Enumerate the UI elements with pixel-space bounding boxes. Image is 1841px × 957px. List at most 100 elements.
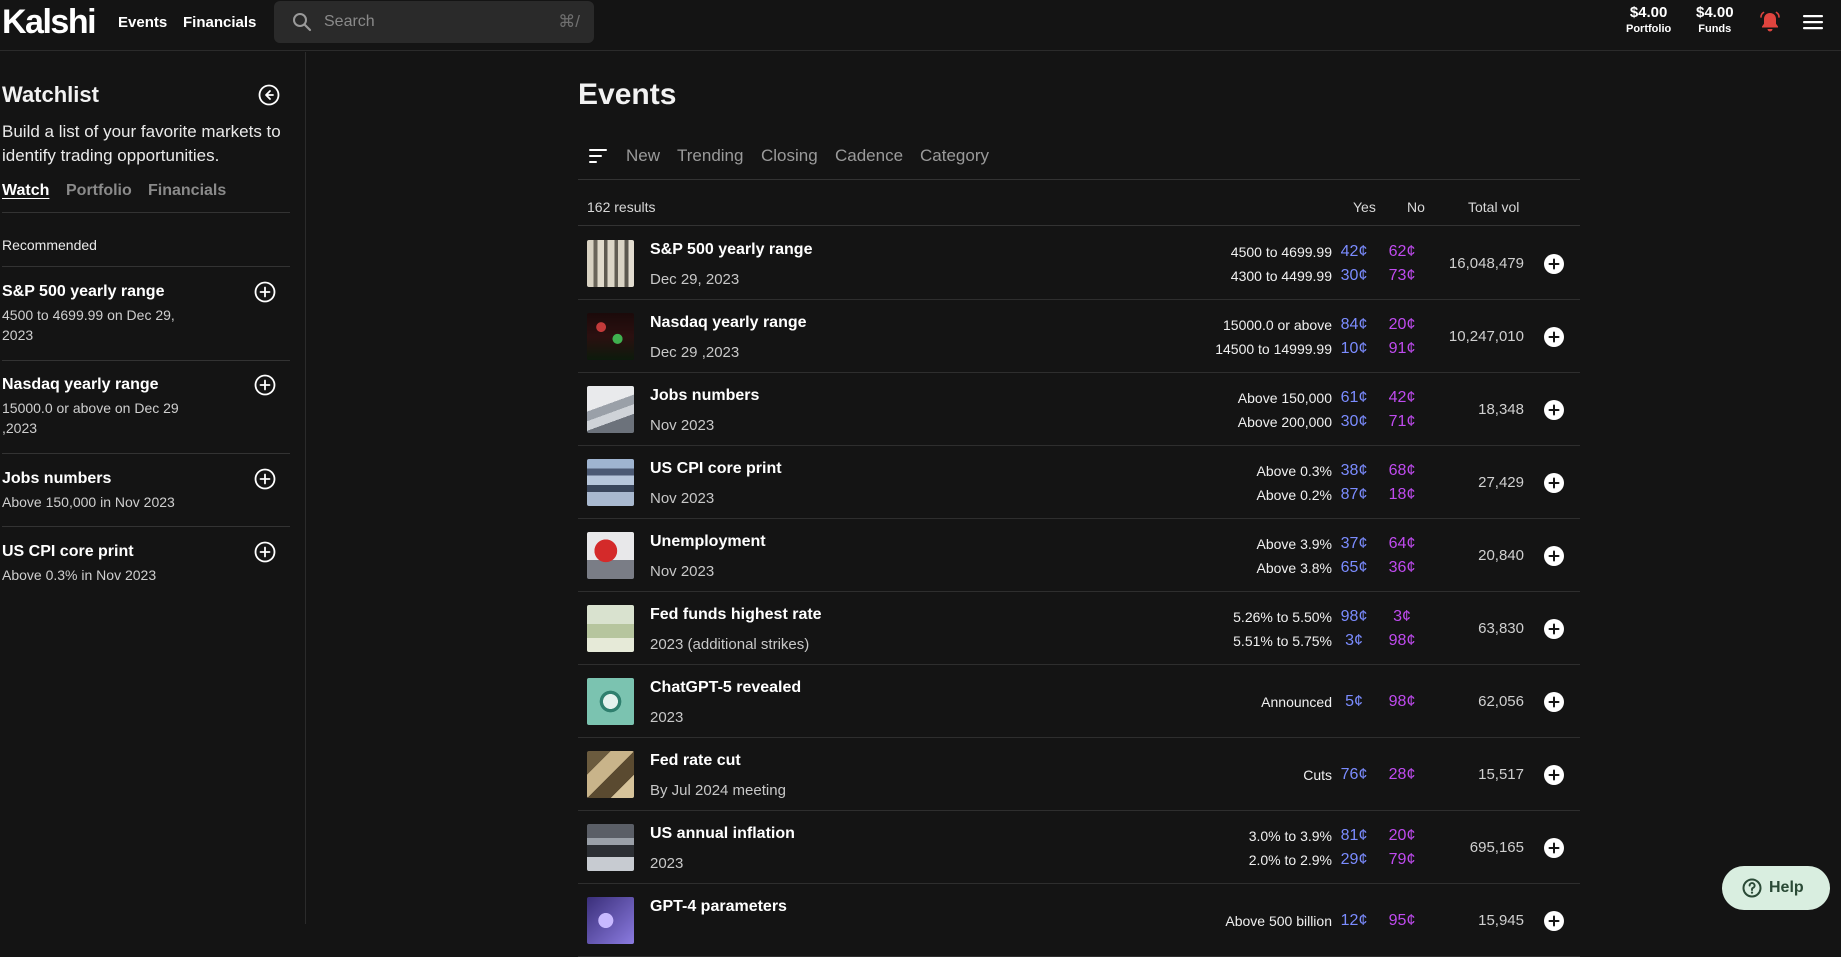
add-circle-icon[interactable] xyxy=(1543,691,1565,713)
tab-watch[interactable]: Watch xyxy=(2,182,49,200)
no-price[interactable]: 91¢ xyxy=(1382,340,1422,358)
yes-price[interactable]: 12¢ xyxy=(1334,912,1374,930)
event-name[interactable]: US annual inflation xyxy=(650,825,795,843)
add-circle-icon[interactable] xyxy=(254,468,276,490)
no-price[interactable]: 62¢ xyxy=(1382,243,1422,261)
filter-trending[interactable]: Trending xyxy=(677,146,743,166)
funds-balance[interactable]: $4.00 Funds xyxy=(1696,4,1734,35)
no-price[interactable]: 98¢ xyxy=(1382,693,1422,711)
filter-new[interactable]: New xyxy=(626,146,660,166)
event-name[interactable]: ChatGPT-5 revealed xyxy=(650,679,801,697)
outcome-label: Above 3.9% xyxy=(1256,536,1333,552)
yes-price[interactable]: 76¢ xyxy=(1334,766,1374,784)
event-row[interactable]: GPT-4 parameters Above 500 billion 12¢ 9… xyxy=(578,884,1580,957)
kalshi-logo[interactable]: Kalshi xyxy=(2,3,97,42)
event-row[interactable]: Fed rate cut By Jul 2024 meeting Cuts 76… xyxy=(578,738,1580,811)
watchlist-item[interactable]: Nasdaq yearly range 15000.0 or above on … xyxy=(2,374,290,438)
yes-price[interactable]: 61¢ xyxy=(1334,389,1374,407)
yes-price[interactable]: 81¢ xyxy=(1334,827,1374,845)
bell-icon[interactable] xyxy=(1758,10,1782,34)
yes-price[interactable]: 3¢ xyxy=(1334,632,1374,650)
no-price[interactable]: 95¢ xyxy=(1382,912,1422,930)
no-price[interactable]: 20¢ xyxy=(1382,316,1422,334)
add-circle-icon[interactable] xyxy=(1543,837,1565,859)
no-price[interactable]: 28¢ xyxy=(1382,766,1422,784)
watchlist-item[interactable]: S&P 500 yearly range 4500 to 4699.99 on … xyxy=(2,281,290,345)
no-price[interactable]: 68¢ xyxy=(1382,462,1422,480)
tab-financials[interactable]: Financials xyxy=(148,182,226,200)
menu-icon[interactable] xyxy=(1802,13,1824,31)
event-row[interactable]: Unemployment Nov 2023 Above 3.9% 37¢ 64¢… xyxy=(578,519,1580,592)
filter-category[interactable]: Category xyxy=(920,146,989,166)
add-circle-icon[interactable] xyxy=(1543,326,1565,348)
filter-cadence[interactable]: Cadence xyxy=(835,146,903,166)
add-circle-icon[interactable] xyxy=(1543,399,1565,421)
add-circle-icon[interactable] xyxy=(254,281,276,303)
yes-price[interactable]: 30¢ xyxy=(1334,413,1374,431)
no-price[interactable]: 42¢ xyxy=(1382,389,1422,407)
event-name[interactable]: Unemployment xyxy=(650,533,766,551)
add-circle-icon[interactable] xyxy=(1543,764,1565,786)
add-circle-icon[interactable] xyxy=(1543,253,1565,275)
yes-price[interactable]: 30¢ xyxy=(1334,267,1374,285)
sort-icon[interactable] xyxy=(588,146,608,166)
event-name[interactable]: Nasdaq yearly range xyxy=(650,314,807,332)
portfolio-balance[interactable]: $4.00 Portfolio xyxy=(1626,4,1671,35)
no-price[interactable]: 18¢ xyxy=(1382,486,1422,504)
event-name[interactable]: Fed funds highest rate xyxy=(650,606,822,624)
no-price[interactable]: 71¢ xyxy=(1382,413,1422,431)
watchlist-item-subtitle: Above 150,000 in Nov 2023 xyxy=(2,494,175,510)
nav-events[interactable]: Events xyxy=(118,14,167,31)
add-circle-icon[interactable] xyxy=(1543,472,1565,494)
nav-financials[interactable]: Financials xyxy=(183,14,256,31)
event-row[interactable]: US annual inflation 2023 3.0% to 3.9% 81… xyxy=(578,811,1580,884)
no-price[interactable]: 73¢ xyxy=(1382,267,1422,285)
event-row[interactable]: Jobs numbers Nov 2023 Above 150,000 61¢ … xyxy=(578,373,1580,446)
portfolio-label: Portfolio xyxy=(1626,23,1672,35)
search-input[interactable] xyxy=(324,10,524,34)
event-name[interactable]: Jobs numbers xyxy=(650,387,759,405)
event-name[interactable]: US CPI core print xyxy=(650,460,782,478)
search-box[interactable]: ⌘/ xyxy=(274,1,594,43)
add-circle-icon[interactable] xyxy=(1543,545,1565,567)
yes-price[interactable]: 42¢ xyxy=(1334,243,1374,261)
yes-price[interactable]: 38¢ xyxy=(1334,462,1374,480)
watchlist-item[interactable]: Jobs numbers Above 150,000 in Nov 2023 xyxy=(2,468,290,512)
tab-portfolio[interactable]: Portfolio xyxy=(66,182,132,200)
no-price[interactable]: 36¢ xyxy=(1382,559,1422,577)
yes-price[interactable]: 37¢ xyxy=(1334,535,1374,553)
watchlist-item[interactable]: US CPI core print Above 0.3% in Nov 2023 xyxy=(2,541,290,585)
yes-price[interactable]: 5¢ xyxy=(1334,693,1374,711)
event-row[interactable]: Fed funds highest rate 2023 (additional … xyxy=(578,592,1580,665)
total-volume: 15,945 xyxy=(1478,912,1524,929)
add-circle-icon[interactable] xyxy=(1543,910,1565,932)
add-circle-icon[interactable] xyxy=(254,374,276,396)
filter-closing[interactable]: Closing xyxy=(761,146,818,166)
yes-price[interactable]: 10¢ xyxy=(1334,340,1374,358)
event-name[interactable]: S&P 500 yearly range xyxy=(650,241,812,259)
event-name[interactable]: Fed rate cut xyxy=(650,752,741,770)
no-price[interactable]: 79¢ xyxy=(1382,851,1422,869)
event-row[interactable]: ChatGPT-5 revealed 2023 Announced 5¢ 98¢… xyxy=(578,665,1580,738)
yes-price[interactable]: 84¢ xyxy=(1334,316,1374,334)
collapse-sidebar-icon[interactable] xyxy=(258,84,280,106)
event-thumbnail xyxy=(587,824,634,871)
yes-price[interactable]: 65¢ xyxy=(1334,559,1374,577)
event-thumbnail xyxy=(587,605,634,652)
yes-price[interactable]: 98¢ xyxy=(1334,608,1374,626)
help-button[interactable]: Help xyxy=(1722,866,1830,910)
yes-price[interactable]: 29¢ xyxy=(1334,851,1374,869)
no-price[interactable]: 20¢ xyxy=(1382,827,1422,845)
event-row[interactable]: Nasdaq yearly range Dec 29 ,2023 15000.0… xyxy=(578,300,1580,373)
add-circle-icon[interactable] xyxy=(254,541,276,563)
search-shortcut: ⌘/ xyxy=(558,12,580,31)
no-price[interactable]: 3¢ xyxy=(1382,608,1422,626)
no-price[interactable]: 64¢ xyxy=(1382,535,1422,553)
event-row[interactable]: US CPI core print Nov 2023 Above 0.3% 38… xyxy=(578,446,1580,519)
event-row[interactable]: S&P 500 yearly range Dec 29, 2023 4500 t… xyxy=(578,227,1580,300)
event-name[interactable]: GPT-4 parameters xyxy=(650,898,787,916)
page-title: Events xyxy=(578,78,677,111)
yes-price[interactable]: 87¢ xyxy=(1334,486,1374,504)
add-circle-icon[interactable] xyxy=(1543,618,1565,640)
no-price[interactable]: 98¢ xyxy=(1382,632,1422,650)
